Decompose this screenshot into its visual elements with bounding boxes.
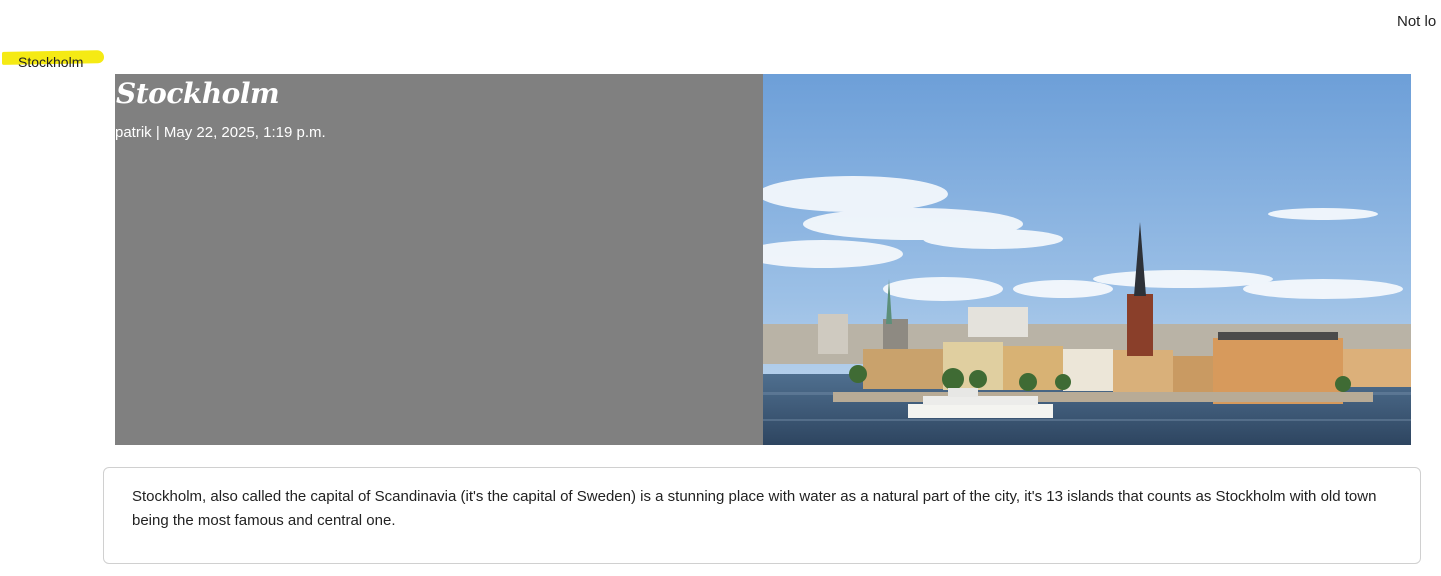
post-hero: Stockholm patrik | May 22, 2025, 1:19 p.… bbox=[115, 74, 1411, 445]
post-meta: patrik | May 22, 2025, 1:19 p.m. bbox=[115, 124, 326, 141]
post-body-card: Stockholm, also called the capital of Sc… bbox=[103, 467, 1421, 564]
post-image bbox=[763, 74, 1411, 445]
login-status[interactable]: Not lo bbox=[1397, 13, 1441, 30]
breadcrumb[interactable]: Stockholm bbox=[2, 47, 104, 70]
page: Not lo Stockholm Stockholm patrik | May … bbox=[0, 0, 1441, 576]
hero-text-panel: Stockholm patrik | May 22, 2025, 1:19 p.… bbox=[115, 74, 763, 445]
post-body: Stockholm, also called the capital of Sc… bbox=[132, 488, 1377, 529]
stockholm-photo bbox=[763, 74, 1411, 445]
breadcrumb-label[interactable]: Stockholm bbox=[18, 54, 83, 70]
post-title: Stockholm bbox=[116, 77, 280, 110]
